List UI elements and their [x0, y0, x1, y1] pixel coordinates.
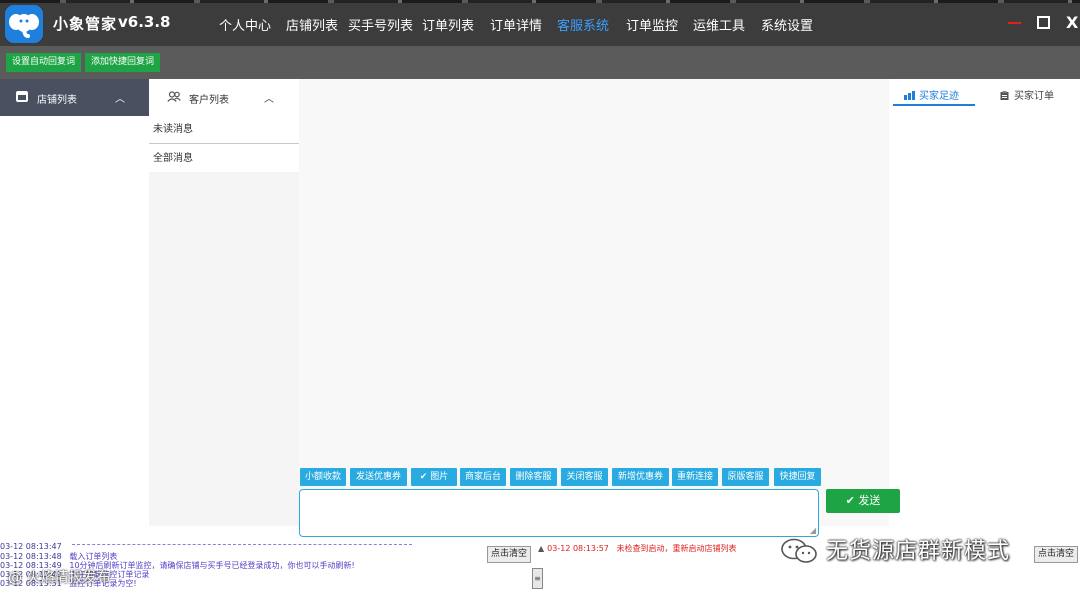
log-separator [72, 544, 412, 545]
clipboard-icon [1000, 91, 1009, 100]
delete-service-button[interactable]: 删除客服 [510, 468, 557, 486]
menu-customer-service[interactable]: 客服系统 [557, 15, 609, 34]
tab-buyer-orders-label: 买家订单 [1014, 91, 1054, 102]
set-auto-reply-button[interactable]: 设置自动回复词 [6, 53, 81, 72]
resize-grip-icon[interactable]: ◢ [810, 526, 816, 535]
menu-buyer-account-list[interactable]: 买手号列表 [348, 15, 413, 34]
customer-list-body [149, 172, 299, 526]
chevron-up-icon[interactable]: ︿ [115, 90, 125, 105]
log-line-error: ▲ 03-12 08:13:57 未检查到启动，重新启动店铺列表 [538, 544, 737, 553]
watermark-small-text: @ 火焰情报发布 [8, 570, 111, 586]
tab-buyer-footprint[interactable]: 买家足迹 [904, 87, 959, 102]
menu-shop-list[interactable]: 店铺列表 [286, 15, 338, 34]
clear-log-right-button[interactable]: 点击清空 [1034, 546, 1079, 563]
log-scrollbar-thumb[interactable]: ≡ [532, 568, 543, 589]
app-name: 小象管家 [53, 15, 118, 33]
footprint-icon [904, 91, 915, 100]
toolbar: 设置自动回复词 添加快捷回复词 [0, 46, 1080, 79]
merchant-backend-button[interactable]: 商家后台 [460, 468, 506, 486]
customer-list-header[interactable]: 客户列表 ︿ [149, 79, 299, 116]
menu-personal-center[interactable]: 个人中心 [219, 15, 271, 34]
quick-reply-button[interactable]: 快捷回复 [774, 468, 821, 486]
maximize-button[interactable] [1037, 16, 1050, 29]
chevron-up-icon[interactable]: ︿ [264, 90, 274, 105]
shop-list-title: 店铺列表 [37, 95, 77, 106]
buyer-info-panel: 买家足迹 买家订单 [889, 79, 1080, 526]
title-bar: 小象管家 v6.3.8 个人中心 店铺列表 买手号列表 订单列表 订单详情 客服… [0, 0, 1080, 46]
tab-buyer-orders[interactable]: 买家订单 [999, 87, 1054, 102]
app-version: v6.3.8 [118, 13, 171, 31]
send-button[interactable]: ✔ 发送 [826, 489, 900, 513]
customer-filter-all[interactable]: 全部消息 [149, 146, 299, 172]
menu-order-list[interactable]: 订单列表 [422, 15, 474, 34]
clear-log-left-button[interactable]: 点击清空 [487, 546, 532, 563]
shop-icon [16, 91, 28, 102]
active-tab-indicator [893, 104, 975, 106]
shop-list-body [0, 116, 149, 526]
customer-list-title: 客户列表 [189, 95, 229, 106]
image-button[interactable]: ✔ 图片 [411, 468, 457, 486]
small-payment-button[interactable]: 小额收款 [300, 468, 346, 486]
close-button[interactable]: X [1066, 13, 1078, 32]
send-coupon-button[interactable]: 发送优惠券 [350, 468, 407, 486]
reconnect-button[interactable]: 重新连接 [672, 468, 718, 486]
menu-order-details[interactable]: 订单详情 [490, 15, 542, 34]
elephant-logo-icon [5, 5, 43, 43]
message-input[interactable]: ◢ [299, 489, 819, 537]
menu-system-settings[interactable]: 系统设置 [761, 15, 813, 34]
app-window: 小象管家 v6.3.8 个人中心 店铺列表 买手号列表 订单列表 订单详情 客服… [0, 0, 1080, 597]
add-quick-reply-button[interactable]: 添加快捷回复词 [85, 53, 160, 72]
divider [149, 143, 299, 144]
menu-order-monitor[interactable]: 订单监控 [626, 15, 678, 34]
watermark-text: 无货源店群新模式 [826, 539, 1011, 564]
wechat-logo-icon [781, 538, 817, 563]
tab-buyer-footprint-label: 买家足迹 [919, 91, 959, 102]
customer-filter-unread[interactable]: 未读消息 [149, 117, 299, 143]
add-coupon-button[interactable]: 新增优惠券 [612, 468, 669, 486]
close-service-button[interactable]: 关闭客服 [561, 468, 608, 486]
original-service-button[interactable]: 原版客服 [722, 468, 769, 486]
log-line: 03-12 08:13:47 [0, 542, 62, 551]
shop-list-header[interactable]: 店铺列表 ︿ [0, 79, 149, 116]
customers-icon [167, 91, 181, 102]
chat-message-area[interactable] [299, 79, 889, 526]
screen-top-strip [0, 0, 1080, 3]
menu-ops-tools[interactable]: 运维工具 [693, 15, 745, 34]
minimize-button[interactable] [1008, 22, 1021, 24]
